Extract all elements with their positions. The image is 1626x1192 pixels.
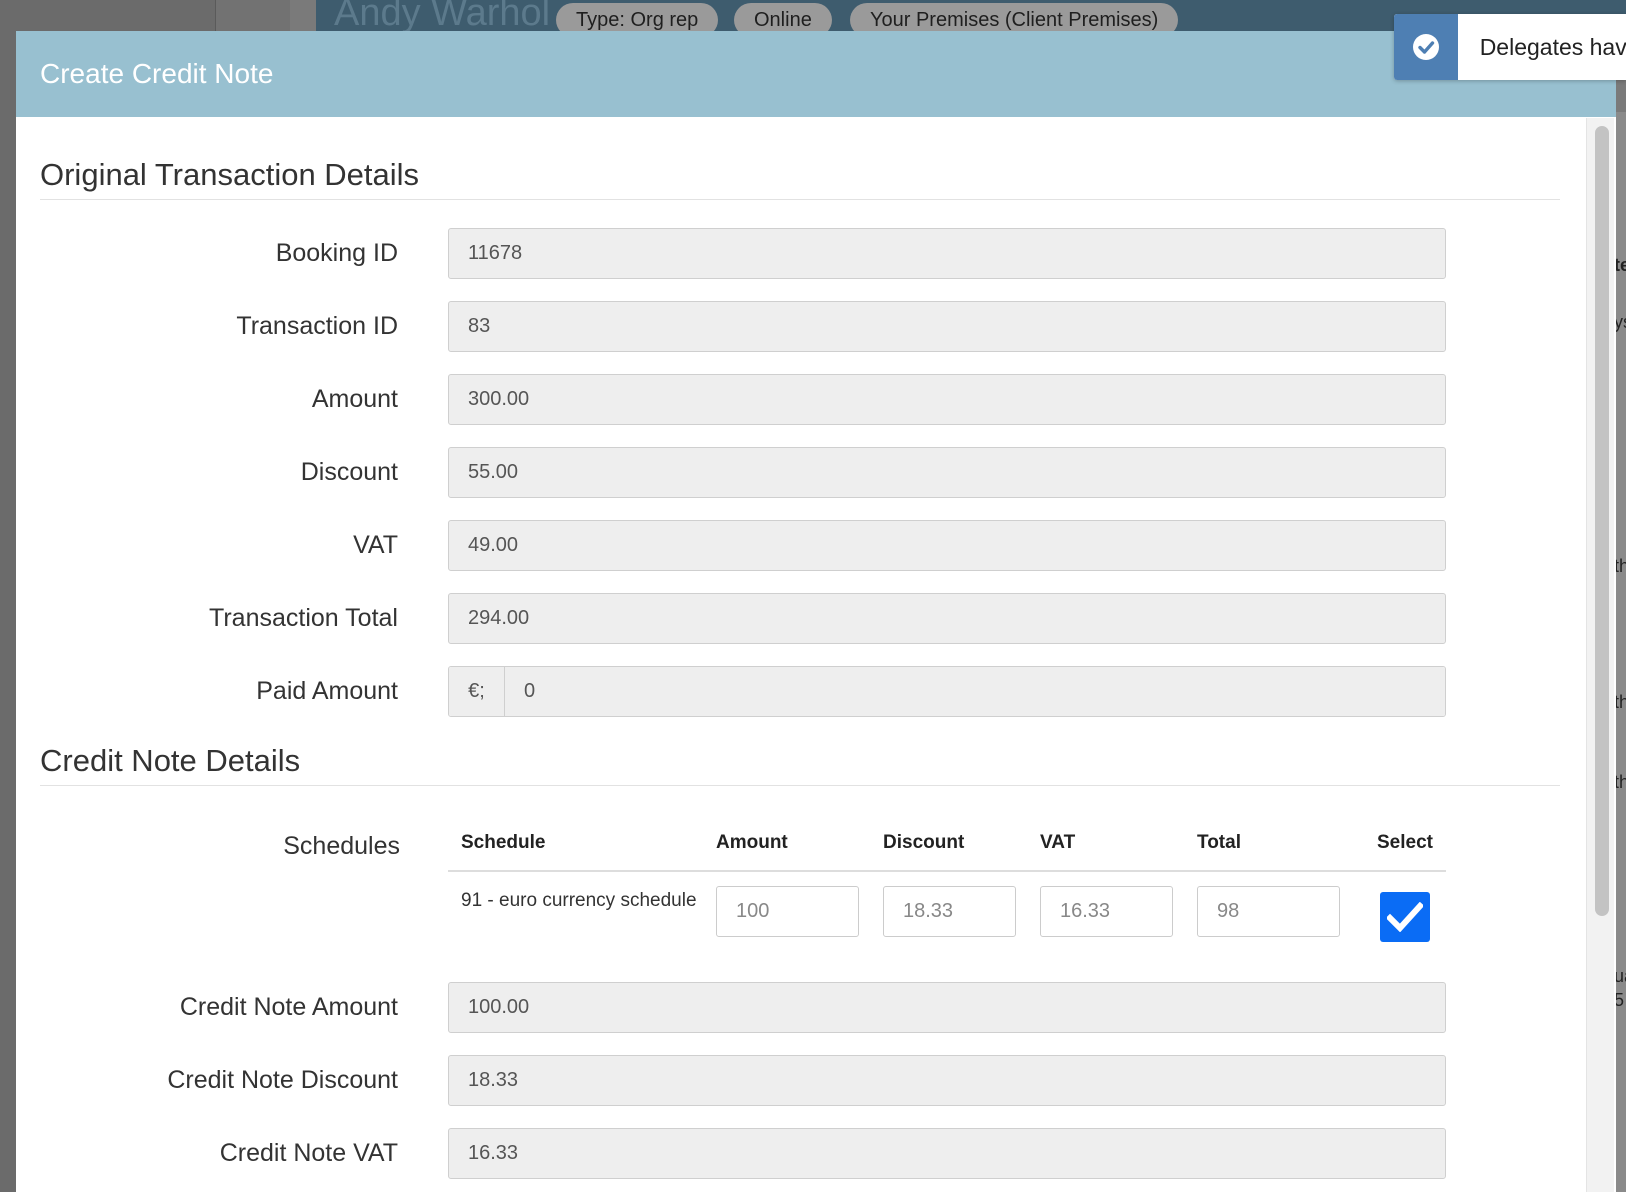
schedule-vat-input[interactable]: 16.33 xyxy=(1040,886,1173,937)
original-transaction-section-title: Original Transaction Details xyxy=(40,157,1560,200)
paid-amount-row: Paid Amount €; 0 xyxy=(40,666,1616,717)
schedule-discount-input[interactable]: 18.33 xyxy=(883,886,1016,937)
credit-note-amount-field[interactable]: 100.00 xyxy=(448,982,1446,1033)
check-icon xyxy=(1387,902,1423,932)
transaction-id-row: Transaction ID 83 xyxy=(40,301,1616,352)
schedule-amount-cell: 100 xyxy=(716,886,883,968)
background-panel xyxy=(216,0,290,32)
discount-row: Discount 55.00 xyxy=(40,447,1616,498)
credit-note-amount-label: Credit Note Amount xyxy=(179,993,398,1021)
currency-addon: €; xyxy=(449,667,505,716)
scrollbar-thumb[interactable] xyxy=(1595,126,1609,916)
booking-id-label: Booking ID xyxy=(275,239,398,267)
toast-notification[interactable]: Delegates hav xyxy=(1394,14,1626,80)
schedule-vat-cell: 16.33 xyxy=(1040,886,1197,968)
credit-note-vat-field[interactable]: 16.33 xyxy=(448,1128,1446,1179)
toast-icon-box xyxy=(1394,14,1458,80)
credit-note-amount-row: Credit Note Amount 100.00 xyxy=(40,982,1616,1033)
schedules-label: Schedules xyxy=(283,832,400,860)
modal-scrollbar[interactable] xyxy=(1586,118,1614,1192)
column-header-schedule: Schedule xyxy=(461,832,546,853)
transaction-total-label: Transaction Total xyxy=(209,604,398,632)
create-credit-note-modal: Create Credit Note Original Transaction … xyxy=(16,31,1616,1192)
schedule-discount-cell: 18.33 xyxy=(883,886,1040,968)
schedule-select-cell xyxy=(1364,886,1446,968)
vat-label: VAT xyxy=(353,531,398,559)
transaction-id-field[interactable]: 83 xyxy=(448,301,1446,352)
credit-note-vat-row: Credit Note VAT 16.33 xyxy=(40,1128,1616,1179)
column-header-vat: VAT xyxy=(1040,832,1076,853)
transaction-id-label: Transaction ID xyxy=(236,312,398,340)
paid-amount-field[interactable]: 0 xyxy=(505,667,1445,716)
booking-id-row: Booking ID 11678 xyxy=(40,228,1616,279)
schedule-name: 91 - euro currency schedule xyxy=(461,890,697,911)
paid-amount-label: Paid Amount xyxy=(256,677,398,705)
credit-note-discount-label: Credit Note Discount xyxy=(167,1066,398,1094)
background-person-name: Andy Warhol xyxy=(334,0,551,34)
table-row: 91 - euro currency schedule 100 18.33 16… xyxy=(448,872,1446,968)
paid-amount-input-group: €; 0 xyxy=(448,666,1446,717)
credit-note-discount-field[interactable]: 18.33 xyxy=(448,1055,1446,1106)
amount-label: Amount xyxy=(311,385,398,413)
transaction-total-row: Transaction Total 294.00 xyxy=(40,593,1616,644)
modal-body: Original Transaction Details Booking ID … xyxy=(16,117,1616,1192)
column-header-discount: Discount xyxy=(883,832,965,853)
check-circle-icon xyxy=(1412,34,1439,60)
vat-field[interactable]: 49.00 xyxy=(448,520,1446,571)
schedule-total-input[interactable]: 98 xyxy=(1197,886,1340,937)
column-header-select: Select xyxy=(1377,832,1433,853)
schedules-row: Schedules Schedule Amount Discount VAT T… xyxy=(40,816,1616,968)
modal-title: Create Credit Note xyxy=(40,58,274,89)
amount-row: Amount 300.00 xyxy=(40,374,1616,425)
vat-row: VAT 49.00 xyxy=(40,520,1616,571)
credit-note-discount-row: Credit Note Discount 18.33 xyxy=(40,1055,1616,1106)
credit-note-section-title: Credit Note Details xyxy=(40,743,1560,786)
schedule-amount-input[interactable]: 100 xyxy=(716,886,859,937)
schedule-total-cell: 98 xyxy=(1197,886,1364,968)
column-header-amount: Amount xyxy=(716,832,788,853)
schedules-table-header: Schedule Amount Discount VAT Total Selec… xyxy=(448,816,1446,872)
column-header-total: Total xyxy=(1197,832,1241,853)
transaction-total-field[interactable]: 294.00 xyxy=(448,593,1446,644)
schedules-table: Schedule Amount Discount VAT Total Selec… xyxy=(448,816,1446,968)
booking-id-field[interactable]: 11678 xyxy=(448,228,1446,279)
credit-note-vat-label: Credit Note VAT xyxy=(219,1139,398,1167)
amount-field[interactable]: 300.00 xyxy=(448,374,1446,425)
modal-header: Create Credit Note xyxy=(16,31,1616,117)
toast-message: Delegates hav xyxy=(1479,33,1626,60)
schedule-select-checkbox[interactable] xyxy=(1380,892,1430,942)
discount-field[interactable]: 55.00 xyxy=(448,447,1446,498)
discount-label: Discount xyxy=(300,458,398,486)
